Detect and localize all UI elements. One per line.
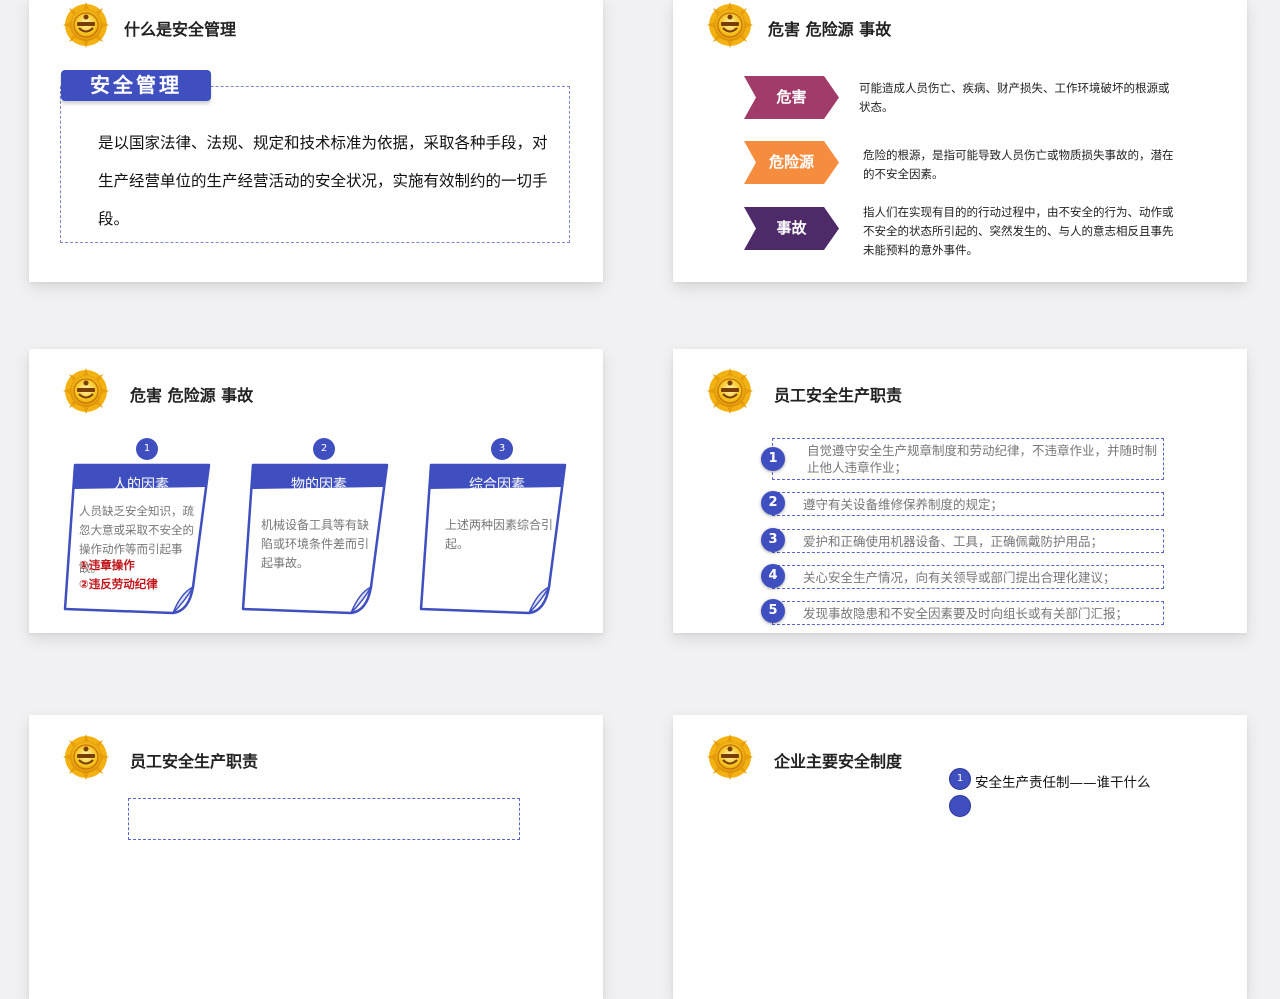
definition-text: 是以国家法律、法规、规定和技术标准为依据，采取各种手段，对生产经营单位的生产经营… (98, 134, 548, 228)
slide-hazard-definitions[interactable]: 危害 危险源 事故 危害 可能造成人员伤亡、疾病、财产损失、工作环境破坏的根源或… (673, 0, 1247, 282)
accident-label: 事故 (776, 219, 807, 237)
duty-number-badge: 4 (761, 564, 785, 588)
note-item-discipline: ②违反劳动纪律 (79, 577, 158, 591)
hazard-desc: 可能造成人员伤亡、疾病、财产损失、工作环境破坏的根源或状态。 (859, 81, 1170, 114)
slide-title: 什么是安全管理 (124, 20, 237, 39)
note-title: 综合因素 (469, 477, 525, 493)
slide-enterprise-safety-systems[interactable]: 企业主要安全制度 1 安全生产责任制——谁干什么 (673, 715, 1247, 999)
slide-employee-duties-continued[interactable]: 员工安全生产职责 (29, 715, 603, 999)
duty-item-box (128, 798, 520, 840)
note-number-badge: 1 (136, 438, 158, 460)
slide-what-is-safety-management[interactable]: 什么是安全管理 安全管理 是以国家法律、法规、规定和技术标准为依据，采取各种手段… (29, 0, 603, 282)
safety-logo-icon (63, 368, 109, 414)
safety-logo-icon (707, 734, 753, 780)
hazard-label: 危害 (776, 88, 807, 106)
accident-desc: 指人们在实现有目的的行动过程中，由不安全的行为、动作或不安全的状态所引起的、突然… (863, 205, 1174, 257)
duty-number-badge: 5 (761, 599, 785, 623)
duty-number-badge: 2 (761, 491, 785, 515)
slide-employee-duties[interactable]: 员工安全生产职责 1 自觉遵守安全生产规章制度和劳动纪律，不违章作业，并随时制止… (673, 349, 1247, 633)
section-tag: 安全管理 (61, 70, 211, 101)
note-body: 上述两种因素综合引起。 (445, 518, 554, 551)
note-number-badge: 2 (313, 438, 335, 460)
slide-title: 员工安全生产职责 (130, 752, 259, 771)
note-title: 物的因素 (291, 477, 347, 493)
note-body: 机械设备工具等有缺陷或环境条件差而引起事故。 (261, 518, 370, 570)
slide-title: 企业主要安全制度 (774, 752, 903, 771)
duty-text: 关心安全生产情况，向有关领导或部门提出合理化建议； (803, 570, 1116, 585)
duty-text: 爱护和正确使用机器设备、工具，正确佩戴防护用品； (803, 534, 1104, 549)
safety-logo-icon (707, 368, 753, 414)
slide-title: 员工安全生产职责 (774, 386, 903, 405)
note-item-violation: ①违章操作 (79, 558, 135, 572)
hazard-source-label: 危险源 (768, 153, 814, 171)
duty-text: 自觉遵守安全生产规章制度和劳动纪律，不违章作业，并随时制止他人违章作业； (807, 443, 1158, 475)
slide-title: 危害 危险源 事故 (130, 386, 254, 405)
duty-number-badge: 1 (761, 447, 785, 471)
safety-logo-icon (707, 2, 753, 48)
system-number-badge (949, 795, 971, 817)
note-title: 人的因素 (113, 477, 169, 493)
note-number-badge: 3 (491, 438, 513, 460)
slide-accident-factors[interactable]: 危害 危险源 事故 1 人的因素 人员缺乏安全知识，疏忽大意或采取不安全的操作动… (29, 349, 603, 633)
duty-text: 发现事故隐患和不安全因素要及时向组长或有关部门汇报； (803, 606, 1129, 621)
slide-title: 危害 危险源 事故 (768, 20, 892, 39)
safety-logo-icon (63, 734, 109, 780)
safety-logo-icon (63, 2, 109, 48)
system-number-badge: 1 (949, 768, 971, 790)
hazard-source-desc: 危险的根源，是指可能导致人员伤亡或物质损失事故的，潜在的不安全因素。 (863, 148, 1174, 181)
duty-number-badge: 3 (761, 528, 785, 552)
duty-text: 遵守有关设备维修保养制度的规定； (803, 497, 1004, 512)
system-text: 安全生产责任制——谁干什么 (975, 775, 1151, 791)
